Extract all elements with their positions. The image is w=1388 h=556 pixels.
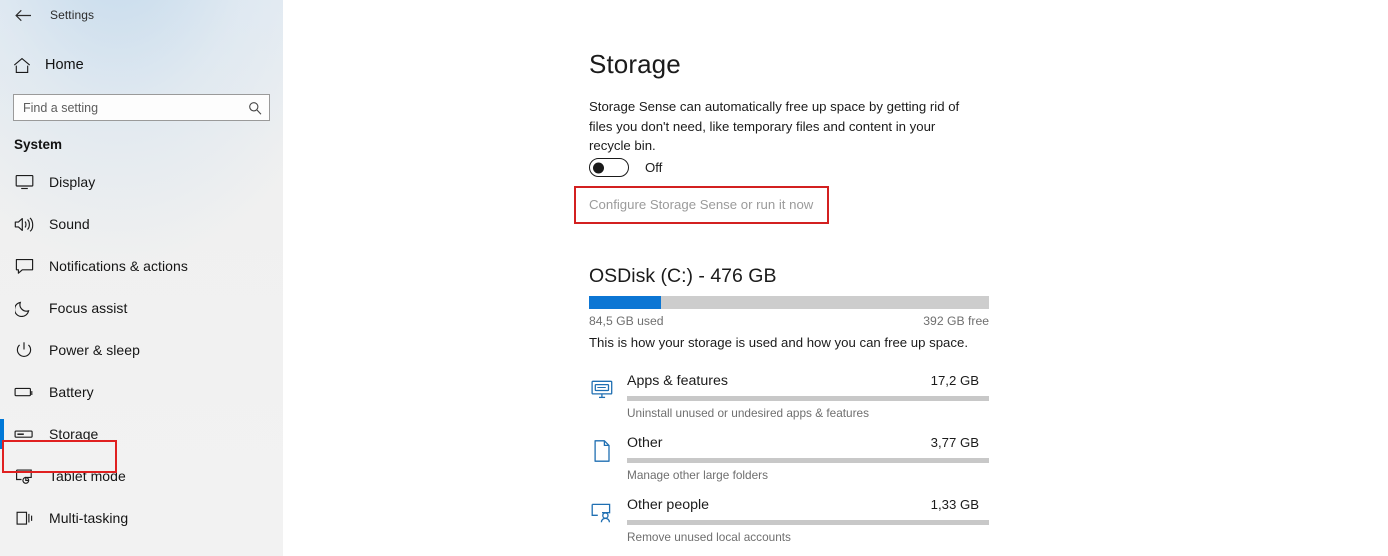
category-subtitle: Remove unused local accounts: [627, 530, 791, 544]
power-icon: [13, 339, 35, 361]
main-content: Storage Storage Sense can automatically …: [283, 0, 1388, 556]
sidebar-item-storage[interactable]: Storage: [0, 413, 283, 455]
configure-storage-sense-link[interactable]: Configure Storage Sense or run it now: [589, 197, 813, 212]
sidebar-group-title: System: [14, 137, 63, 152]
sidebar-item-notifications[interactable]: Notifications & actions: [0, 245, 283, 287]
sidebar-item-multi-tasking[interactable]: Multi-tasking: [0, 497, 283, 539]
disk-usage-bar-fill: [589, 296, 661, 309]
window-title: Settings: [50, 8, 95, 22]
category-subtitle: Uninstall unused or undesired apps & fea…: [627, 406, 869, 420]
moon-icon: [13, 297, 35, 319]
multitasking-icon: [13, 507, 35, 529]
list-item[interactable]: Apps & features 17,2 GB Uninstall unused…: [589, 370, 989, 432]
sidebar-item-label: Storage: [49, 426, 99, 442]
sidebar: Settings Home System: [0, 0, 283, 556]
sidebar-item-label: Tablet mode: [49, 468, 126, 484]
toggle-state-label: Off: [645, 160, 663, 175]
document-icon: [589, 438, 615, 464]
sidebar-item-power-sleep[interactable]: Power & sleep: [0, 329, 283, 371]
list-item[interactable]: Other 3,77 GB Manage other large folders: [589, 432, 989, 494]
category-subtitle: Manage other large folders: [627, 468, 768, 482]
tablet-icon: [13, 465, 35, 487]
drive-icon: [13, 423, 35, 445]
sidebar-item-sound[interactable]: Sound: [0, 203, 283, 245]
sidebar-item-label: Notifications & actions: [49, 258, 188, 274]
home-icon: [12, 55, 32, 75]
chat-bubble-icon: [13, 255, 35, 277]
sidebar-item-label: Power & sleep: [49, 342, 140, 358]
back-arrow-icon[interactable]: [10, 4, 36, 26]
page-title: Storage: [589, 49, 681, 79]
category-bar: [627, 458, 989, 463]
speaker-icon: [13, 213, 35, 235]
disk-usage-bar: [589, 296, 989, 309]
storage-sense-description: Storage Sense can automatically free up …: [589, 99, 960, 154]
apps-monitor-icon: [589, 376, 615, 402]
category-name: Other: [627, 435, 663, 451]
toggle-knob: [593, 162, 604, 173]
sidebar-item-label: Sound: [49, 216, 90, 232]
sidebar-item-display[interactable]: Display: [0, 161, 283, 203]
sidebar-nav-list: Display Sound Notifications & actions Fo…: [0, 161, 283, 539]
storage-sense-toggle-row: Off: [589, 158, 662, 177]
category-bar: [627, 396, 989, 401]
category-name: Apps & features: [627, 373, 728, 389]
disk-note: This is how your storage is used and how…: [589, 335, 968, 350]
disk-used-label: 84,5 GB used: [589, 314, 664, 328]
user-screen-icon: [589, 500, 615, 526]
sidebar-item-label: Focus assist: [49, 300, 128, 316]
battery-icon: [13, 381, 35, 403]
storage-sense-toggle[interactable]: [589, 158, 629, 177]
category-size: 3,77 GB: [930, 435, 979, 450]
sidebar-item-tablet-mode[interactable]: Tablet mode: [0, 455, 283, 497]
settings-window: Settings Home System: [0, 0, 1388, 556]
home-label: Home: [45, 57, 84, 73]
disk-title: OSDisk (C:) - 476 GB: [589, 265, 777, 287]
sidebar-item-focus-assist[interactable]: Focus assist: [0, 287, 283, 329]
search-input[interactable]: [23, 95, 247, 120]
title-bar: Settings: [0, 0, 283, 30]
sidebar-item-home[interactable]: Home: [0, 48, 283, 82]
monitor-icon: [13, 171, 35, 193]
sidebar-item-label: Multi-tasking: [49, 510, 129, 526]
sidebar-item-label: Display: [49, 174, 96, 190]
storage-category-list: Apps & features 17,2 GB Uninstall unused…: [589, 370, 989, 556]
sidebar-item-battery[interactable]: Battery: [0, 371, 283, 413]
disk-free-label: 392 GB free: [923, 314, 989, 328]
category-size: 1,33 GB: [930, 497, 979, 512]
category-bar: [627, 520, 989, 525]
category-name: Other people: [627, 497, 710, 513]
sidebar-item-label: Battery: [49, 384, 94, 400]
category-size: 17,2 GB: [930, 373, 979, 388]
search-icon[interactable]: [247, 100, 263, 116]
list-item[interactable]: Other people 1,33 GB Remove unused local…: [589, 494, 989, 556]
search-box[interactable]: [13, 94, 270, 121]
